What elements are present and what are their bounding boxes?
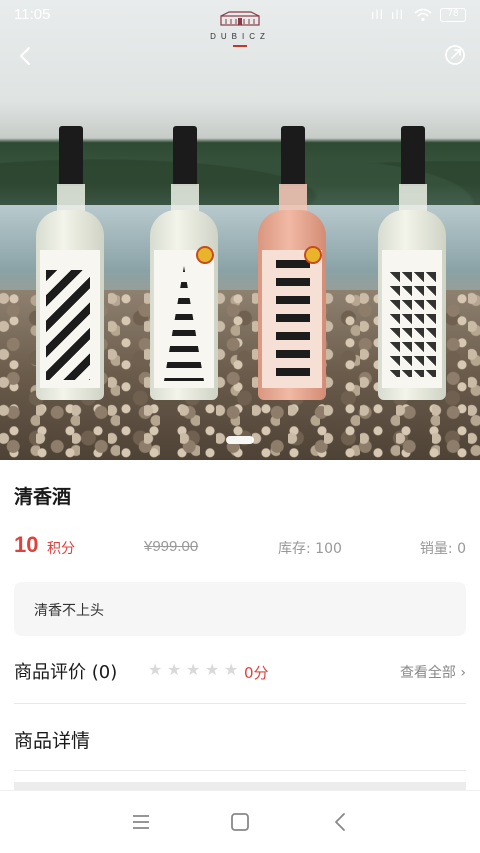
divider bbox=[14, 770, 466, 771]
chevron-right-icon: › bbox=[460, 665, 466, 681]
product-title: 清香酒 bbox=[14, 486, 72, 508]
carousel-indicator[interactable] bbox=[226, 436, 254, 444]
signal-icon: ıll bbox=[370, 8, 384, 22]
star-icon: ★ bbox=[167, 660, 182, 679]
status-time: 11:05 bbox=[14, 6, 51, 23]
castle-logo-icon bbox=[220, 11, 260, 26]
reviews-title: 商品评价 (0) bbox=[14, 662, 118, 683]
description-text: 清香不上头 bbox=[34, 603, 104, 619]
wine-bottle bbox=[148, 118, 220, 404]
divider bbox=[14, 703, 466, 704]
original-price: ¥999.00 bbox=[144, 538, 199, 555]
details-content-placeholder bbox=[14, 782, 466, 790]
brand-name: DUBICZ bbox=[210, 32, 270, 41]
signal-icon: ıll bbox=[390, 8, 404, 22]
points-value: 10 bbox=[14, 532, 39, 557]
brand-underline bbox=[233, 45, 247, 47]
star-icon: ★ bbox=[205, 660, 220, 679]
product-description: 清香不上头 bbox=[14, 582, 466, 636]
stock-count: 库存: 100 bbox=[278, 541, 342, 557]
points-unit: 积分 bbox=[47, 541, 75, 557]
details-title: 商品详情 bbox=[14, 730, 91, 752]
product-hero-image[interactable]: 11:05 ıll ıll 78 DUBICZ bbox=[0, 0, 480, 460]
product-info-panel: 清香酒 10 积分 ¥999.00 库存: 100 销量: 0 清香不上头 商品… bbox=[0, 460, 480, 790]
view-all-label: 查看全部 bbox=[399, 665, 456, 681]
rating-stars: ★ ★ ★ ★ ★ bbox=[148, 662, 240, 678]
wine-bottle bbox=[34, 118, 106, 404]
wine-bottle bbox=[376, 118, 448, 404]
wine-bottle bbox=[256, 118, 328, 404]
chevron-left-icon[interactable] bbox=[14, 44, 38, 68]
star-icon: ★ bbox=[148, 660, 163, 679]
battery-icon: 78 bbox=[440, 8, 466, 22]
menu-icon[interactable] bbox=[130, 811, 152, 833]
home-square-icon[interactable] bbox=[229, 811, 251, 833]
wifi-icon bbox=[414, 8, 432, 22]
view-all-reviews-link[interactable]: 查看全部 › bbox=[400, 662, 466, 682]
rating-score: 0分 bbox=[244, 664, 269, 682]
share-icon[interactable] bbox=[444, 44, 466, 66]
chevron-left-icon[interactable] bbox=[330, 811, 352, 833]
brand-logo: DUBICZ bbox=[190, 10, 290, 47]
sales-count: 销量: 0 bbox=[419, 541, 466, 557]
star-icon: ★ bbox=[186, 660, 201, 679]
star-icon: ★ bbox=[224, 660, 239, 679]
system-navigation-bar bbox=[0, 790, 480, 853]
